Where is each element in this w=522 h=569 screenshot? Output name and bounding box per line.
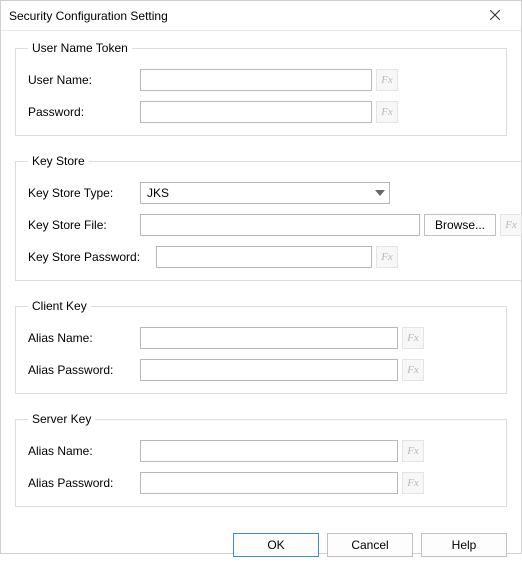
close-button[interactable]	[475, 2, 515, 30]
fx-button[interactable]: Fx	[376, 69, 398, 91]
input-server-alias-name[interactable]	[140, 440, 398, 462]
group-key-store: Key Store Key Store Type: JKS Key Store …	[15, 154, 522, 281]
row-password: Password: Fx	[28, 101, 494, 123]
cancel-button[interactable]: Cancel	[327, 533, 413, 557]
group-legend: User Name Token	[28, 41, 132, 55]
select-keystore-type[interactable]: JKS	[140, 182, 390, 204]
group-legend: Server Key	[28, 412, 95, 426]
row-keystore-password: Key Store Password: Fx	[28, 246, 522, 268]
row-keystore-type: Key Store Type: JKS	[28, 182, 522, 204]
label-alias-password: Alias Password:	[28, 476, 140, 490]
fx-button[interactable]: Fx	[402, 472, 424, 494]
window-title: Security Configuration Setting	[9, 9, 168, 23]
label-alias-name: Alias Name:	[28, 444, 140, 458]
title-bar: Security Configuration Setting	[1, 1, 521, 31]
label-keystore-file: Key Store File:	[28, 218, 140, 232]
fx-button[interactable]: Fx	[402, 327, 424, 349]
row-server-alias-name: Alias Name: Fx	[28, 440, 494, 462]
browse-button[interactable]: Browse...	[424, 214, 496, 236]
ok-button[interactable]: OK	[233, 533, 319, 557]
label-alias-password: Alias Password:	[28, 363, 140, 377]
fx-button[interactable]: Fx	[402, 440, 424, 462]
row-user-name: User Name: Fx	[28, 69, 494, 91]
fx-button[interactable]: Fx	[376, 246, 398, 268]
dialog-content: User Name Token User Name: Fx Password: …	[1, 31, 521, 507]
dialog-button-row: OK Cancel Help	[1, 525, 521, 569]
input-user-name[interactable]	[140, 69, 372, 91]
close-icon	[490, 9, 500, 23]
input-server-alias-password[interactable]	[140, 472, 398, 494]
label-password: Password:	[28, 105, 140, 119]
group-user-name-token: User Name Token User Name: Fx Password: …	[15, 41, 507, 136]
label-alias-name: Alias Name:	[28, 331, 140, 345]
group-client-key: Client Key Alias Name: Fx Alias Password…	[15, 299, 507, 394]
label-keystore-type: Key Store Type:	[28, 186, 140, 200]
input-keystore-file[interactable]	[140, 214, 420, 236]
fx-button[interactable]: Fx	[376, 101, 398, 123]
row-server-alias-password: Alias Password: Fx	[28, 472, 494, 494]
row-keystore-file: Key Store File: Browse... Fx	[28, 214, 522, 236]
group-server-key: Server Key Alias Name: Fx Alias Password…	[15, 412, 507, 507]
input-keystore-password[interactable]	[156, 246, 372, 268]
row-client-alias-name: Alias Name: Fx	[28, 327, 494, 349]
input-client-alias-name[interactable]	[140, 327, 398, 349]
fx-button[interactable]: Fx	[500, 214, 522, 236]
input-client-alias-password[interactable]	[140, 359, 398, 381]
row-client-alias-password: Alias Password: Fx	[28, 359, 494, 381]
help-button[interactable]: Help	[421, 533, 507, 557]
input-password[interactable]	[140, 101, 372, 123]
label-user-name: User Name:	[28, 73, 140, 87]
label-keystore-password: Key Store Password:	[28, 250, 156, 264]
chevron-down-icon	[375, 190, 385, 196]
select-value: JKS	[147, 186, 169, 200]
group-legend: Key Store	[28, 154, 89, 168]
group-legend: Client Key	[28, 299, 91, 313]
fx-button[interactable]: Fx	[402, 359, 424, 381]
